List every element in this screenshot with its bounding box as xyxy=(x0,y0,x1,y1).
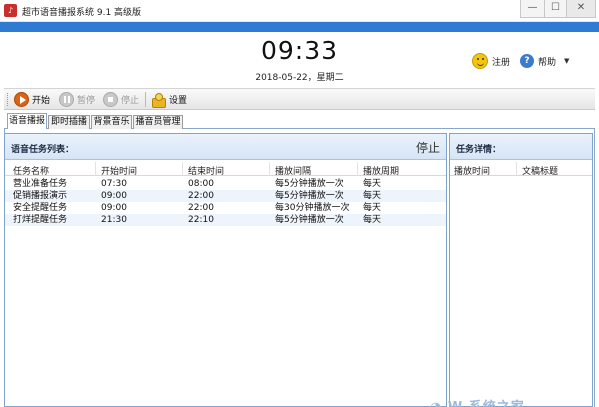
play-icon xyxy=(14,92,29,107)
table-row[interactable]: 促销播报演示 09:00 22:00 每5分钟播放一次 每天 xyxy=(5,190,446,202)
clock-date: 2018-05-22，星期二 xyxy=(255,73,344,83)
detail-table-header: 播放时间 文稿标题 xyxy=(450,162,592,177)
column-divider[interactable] xyxy=(357,162,358,176)
table-row[interactable]: 营业准备任务 07:30 08:00 每5分钟播放一次 每天 xyxy=(5,178,446,190)
cell-period: 每天 xyxy=(363,191,382,201)
stop-button[interactable]: 停止 xyxy=(103,91,139,108)
cell-interval: 每5分钟播放一次 xyxy=(275,215,344,225)
column-header-task-name[interactable]: 任务名称 xyxy=(13,164,49,177)
cell-start-time: 09:00 xyxy=(101,191,127,201)
cell-period: 每天 xyxy=(363,203,382,213)
header: 09:33 2018-05-22，星期二 注册 ? 帮助 ▼ xyxy=(4,32,595,88)
table-row[interactable]: 安全提醒任务 09:00 22:00 每30分钟播放一次 每天 xyxy=(5,202,446,214)
tab-instant-insert[interactable]: 即时插播 xyxy=(48,115,90,129)
cell-interval: 每5分钟播放一次 xyxy=(275,179,344,189)
tab-voice-broadcast[interactable]: 语音播报 xyxy=(7,113,47,129)
table-row[interactable]: 打烊提醒任务 21:30 22:10 每5分钟播放一次 每天 xyxy=(5,214,446,226)
playback-status: 停止 xyxy=(415,141,440,155)
cell-task-name: 安全提醒任务 xyxy=(13,203,68,213)
column-header-play-time[interactable]: 播放时间 xyxy=(454,164,490,177)
column-header-end-time[interactable]: 结束时间 xyxy=(188,164,224,177)
help-icon: ? xyxy=(520,54,534,68)
column-divider[interactable] xyxy=(182,162,183,176)
start-label: 开始 xyxy=(32,96,51,106)
window-title: 超市语音播报系统 9.1 高级版 xyxy=(22,8,142,18)
column-header-start-time[interactable]: 开始时间 xyxy=(101,164,137,177)
tab-background-music[interactable]: 背景音乐 xyxy=(91,115,132,129)
cell-end-time: 08:00 xyxy=(188,179,214,189)
pause-button[interactable]: 暂停 xyxy=(59,91,95,108)
cell-end-time: 22:10 xyxy=(188,215,214,225)
cell-interval: 每5分钟播放一次 xyxy=(275,191,344,201)
cell-task-name: 打烊提醒任务 xyxy=(13,215,68,225)
window-frame-band xyxy=(0,22,599,32)
pause-icon xyxy=(59,92,74,107)
cell-period: 每天 xyxy=(363,215,382,225)
register-button[interactable]: 注册 xyxy=(472,52,510,70)
cell-start-time: 09:00 xyxy=(101,203,127,213)
task-list-header: 语音任务列表： 停止 xyxy=(5,134,446,160)
pause-label: 暂停 xyxy=(77,96,96,106)
help-button[interactable]: ? 帮助 ▼ xyxy=(520,52,569,70)
maximize-button[interactable]: ☐ xyxy=(544,0,566,18)
task-table-header: 任务名称 开始时间 结束时间 播放间隔 播放周期 xyxy=(5,162,446,177)
cell-end-time: 22:00 xyxy=(188,191,214,201)
toolbar-grip[interactable] xyxy=(7,93,10,106)
column-header-script-title[interactable]: 文稿标题 xyxy=(522,164,558,177)
minimize-button[interactable]: — xyxy=(520,0,544,18)
title-bar: ♪ 超市语音播报系统 9.1 高级版 — ☐ ✕ xyxy=(0,0,599,22)
settings-button[interactable]: 设置 xyxy=(150,91,187,108)
task-detail-header: 任务详情： xyxy=(450,134,592,160)
task-detail-panel: 任务详情： 播放时间 文稿标题 xyxy=(449,133,593,407)
column-divider[interactable] xyxy=(516,162,517,176)
task-list-title: 语音任务列表： xyxy=(11,145,75,155)
start-button[interactable]: 开始 xyxy=(14,91,50,108)
stop-icon xyxy=(103,92,118,107)
toolbar-separator xyxy=(145,92,146,107)
chevron-down-icon[interactable]: ▼ xyxy=(564,57,569,65)
help-label: 帮助 xyxy=(538,57,557,68)
tab-strip: 语音播报 即时插播 背景音乐 播音员管理 xyxy=(4,113,595,129)
cell-start-time: 21:30 xyxy=(101,215,127,225)
cell-task-name: 营业准备任务 xyxy=(13,179,68,189)
register-label: 注册 xyxy=(492,57,511,68)
cell-task-name: 促销播报演示 xyxy=(13,191,68,201)
settings-label: 设置 xyxy=(169,96,188,106)
cell-period: 每天 xyxy=(363,179,382,189)
smiley-icon xyxy=(472,53,488,69)
stop-label: 停止 xyxy=(121,96,140,106)
tab-announcer-management[interactable]: 播音员管理 xyxy=(133,115,183,129)
cell-end-time: 22:00 xyxy=(188,203,214,213)
column-divider[interactable] xyxy=(269,162,270,176)
task-detail-title: 任务详情： xyxy=(456,145,502,155)
watermark-logo: ◔ W 系统之家 xyxy=(430,396,595,407)
cell-interval: 每30分钟播放一次 xyxy=(275,203,350,213)
column-divider[interactable] xyxy=(95,162,96,176)
close-button[interactable]: ✕ xyxy=(566,0,596,18)
task-list-panel: 语音任务列表： 停止 任务名称 开始时间 结束时间 播放间隔 播放周期 营业准备… xyxy=(4,133,447,407)
app-icon: ♪ xyxy=(4,4,17,17)
settings-icon xyxy=(150,92,166,108)
column-header-period[interactable]: 播放周期 xyxy=(363,164,399,177)
cell-start-time: 07:30 xyxy=(101,179,127,189)
column-header-interval[interactable]: 播放间隔 xyxy=(275,164,311,177)
toolbar: 开始 暂停 停止 设置 xyxy=(4,88,595,110)
